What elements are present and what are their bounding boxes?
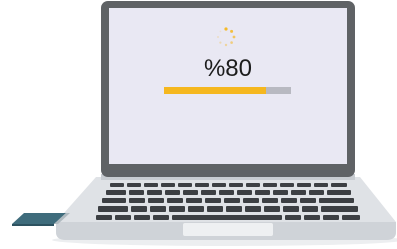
loading-spinner-icon [217,27,236,47]
laptop-illustration: %80 [0,0,397,249]
trackpad [183,223,273,236]
progress-percent-label: %80 [203,55,253,82]
progress-bar-fill [164,87,266,94]
usb-drive-icon [12,213,70,226]
progress-bar [164,87,291,94]
